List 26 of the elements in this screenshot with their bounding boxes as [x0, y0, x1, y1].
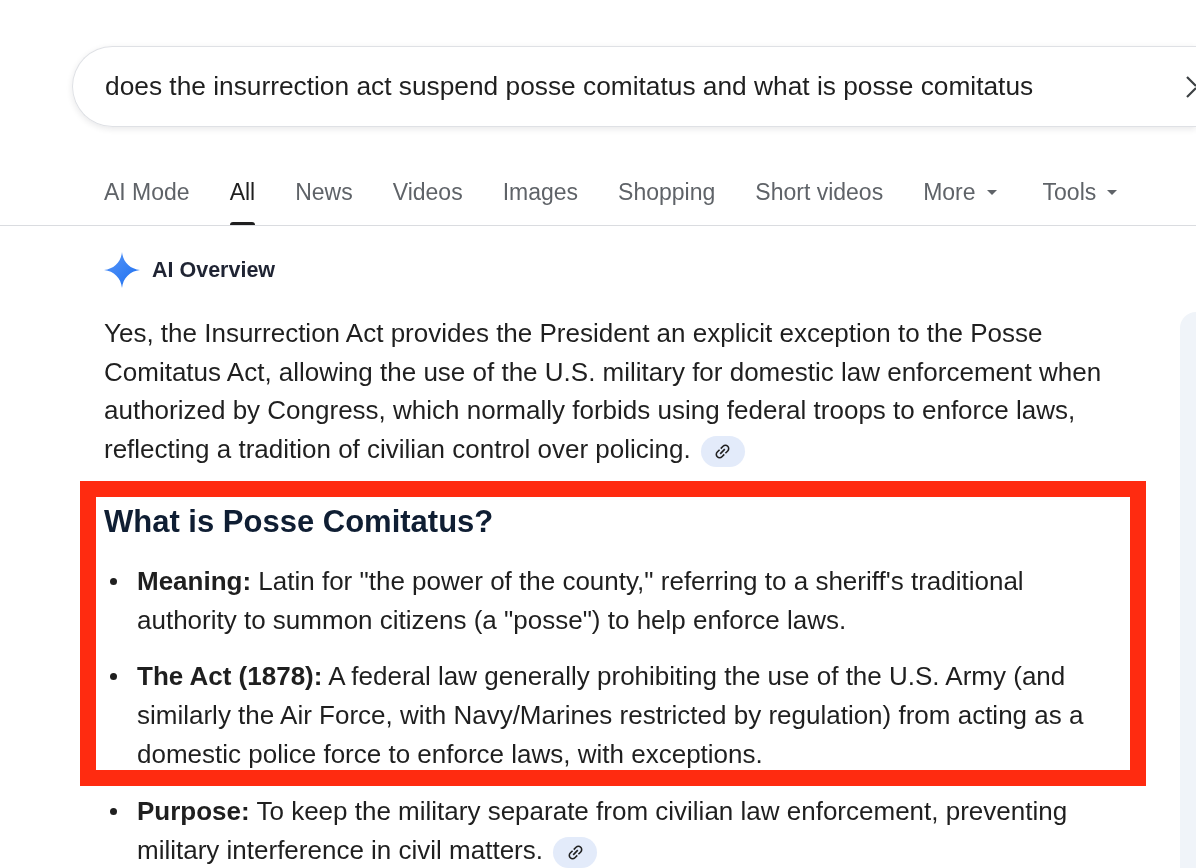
- search-tab[interactable]: News: [295, 160, 353, 225]
- search-tab[interactable]: All: [229, 160, 256, 225]
- bullet-icon: [110, 673, 117, 681]
- search-tab[interactable]: More: [923, 160, 1003, 225]
- bullet-text: The Act (1878): A federal law generally prohibiting the use of the U.S. Army (and similarly the Air Force, with Navy/Marines restricted by regulation) from acting as a domestic police force to enforce laws, with exceptions.: [137, 660, 1085, 771]
- source-link-button[interactable]: [700, 435, 745, 467]
- section-heading: What is Posse Comitatus?: [104, 503, 495, 540]
- search-tab[interactable]: Tools: [1042, 160, 1124, 225]
- summary-text: Yes, the Insurrection Act provides the President an explicit exception to the Posse Comitatus Act, allowing the use of the U.S. military for domestic law enforcement when authorized by Congress, which normally forbids using federal troops to enforce laws, reflecting a tradition of civilian control over policing.: [104, 317, 1103, 469]
- caret-icon: [986, 189, 997, 195]
- bullet-text: Meaning: Latin for "the power of the county," referring to a sheriff's traditional authority to summon citizens (a "posse") to help enforce laws.: [137, 564, 1025, 637]
- search-tab[interactable]: Short videos: [755, 160, 884, 225]
- close-icon[interactable]: [1186, 75, 1196, 98]
- link-icon: [567, 844, 583, 860]
- search-tab[interactable]: AI Mode: [104, 160, 190, 225]
- search-tab[interactable]: Videos: [392, 160, 463, 225]
- bullet-icon: [110, 577, 117, 585]
- bullet-icon: [110, 808, 117, 816]
- source-link-button[interactable]: [553, 836, 597, 868]
- search-tab[interactable]: Images: [502, 160, 579, 225]
- sparkle-icon: [104, 252, 140, 288]
- search-tab[interactable]: Shopping: [618, 160, 716, 225]
- link-icon: [715, 443, 731, 459]
- caret-icon: [1107, 189, 1118, 195]
- overview-title: AI Overview: [152, 257, 276, 283]
- bullet-text: Purpose: To keep the military separate from civilian law enforcement, preventing military interference in civil matters.: [137, 795, 1069, 868]
